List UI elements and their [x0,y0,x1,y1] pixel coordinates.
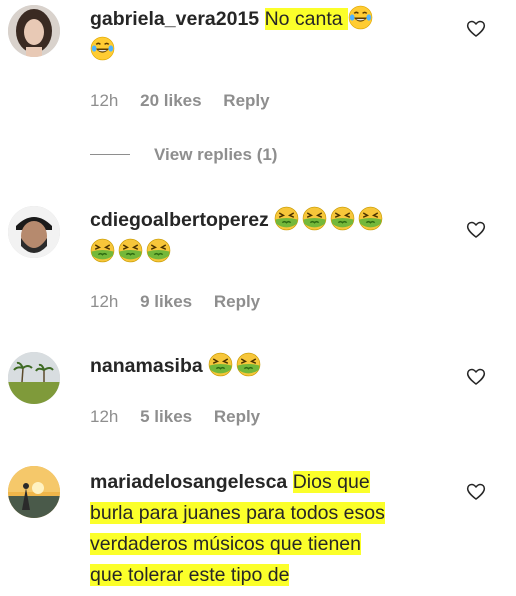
nauseated-face-emoji-icon [274,206,299,231]
comment-text-line: burla para juanes para todos esos [90,498,385,529]
username[interactable]: nanamasiba [90,355,203,377]
likes-count[interactable]: 5 likes [140,407,192,426]
like-heart-icon[interactable] [466,220,486,240]
avatar[interactable] [8,5,60,57]
laughing-crying-emoji-icon [90,36,115,61]
comment-text-line [90,237,174,268]
username[interactable]: gabriela_vera2015 [90,8,259,30]
avatar[interactable] [8,466,60,518]
likes-count[interactable]: 20 likes [140,91,201,110]
comment-text: No canta [264,8,343,30]
view-replies-button[interactable]: View replies (1) [90,145,277,165]
avatar[interactable] [8,206,60,258]
like-heart-icon[interactable] [466,482,486,502]
nauseated-face-emoji-icon [90,238,115,263]
reply-button[interactable]: Reply [223,91,269,110]
comment-text: burla para juanes para todos esos [90,502,385,524]
like-heart-icon[interactable] [466,19,486,39]
comment-text: verdaderos músicos que tienen [90,533,361,555]
likes-count[interactable]: 9 likes [140,292,192,311]
timestamp: 12h [90,91,119,110]
comment-meta: 12h 20 likes Reply [90,91,287,111]
nauseated-face-emoji-icon [302,206,327,231]
nauseated-face-emoji-icon [236,352,261,377]
nauseated-face-emoji-icon [118,238,143,263]
timestamp: 12h [90,407,119,426]
nauseated-face-emoji-icon [358,206,383,231]
comment-text-line [90,35,118,66]
username[interactable]: cdiegoalbertoperez [90,209,269,231]
nauseated-face-emoji-icon [330,206,355,231]
nauseated-face-emoji-icon [146,238,171,263]
like-heart-icon[interactable] [466,367,486,387]
replies-divider [90,154,130,155]
avatar[interactable] [8,352,60,404]
comment-text: Dios que [292,471,370,493]
laughing-crying-emoji-icon [348,5,373,30]
comment-meta: 12h 5 likes Reply [90,407,277,427]
comment-text: que tolerar este tipo de [90,564,290,586]
comment-meta: 12h 9 likes Reply [90,292,277,312]
nauseated-face-emoji-icon [208,352,233,377]
comment-text-line: verdaderos músicos que tienen [90,529,361,560]
username[interactable]: mariadelosangelesca [90,471,287,493]
reply-button[interactable]: Reply [214,407,260,426]
comment-text-line: cdiegoalbertoperez [90,205,386,236]
reply-button[interactable]: Reply [214,292,260,311]
comment-text-line: mariadelosangelesca Dios que [90,467,370,498]
comment-text-line: gabriela_vera2015 No canta [90,4,376,35]
comment-text-line: nanamasiba [90,351,264,382]
timestamp: 12h [90,292,119,311]
comment-text-line: que tolerar este tipo de [90,560,290,591]
